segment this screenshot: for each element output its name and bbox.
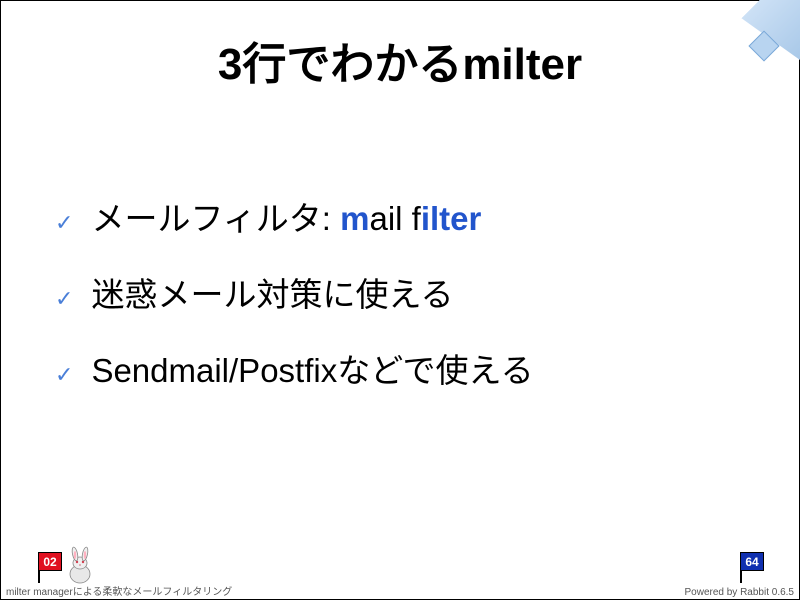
bullet-item-1: ✓ メールフィルタ: mail filter <box>55 192 745 240</box>
flag-pole <box>740 571 742 583</box>
total-pages-flag: 64 <box>740 552 768 582</box>
bullet-item-2: ✓ 迷惑メール対策に使える <box>55 268 745 316</box>
bullet-item-3: ✓ Sendmail/Postfixなどで使える <box>55 344 745 392</box>
footer-left-text: milter managerによる柔軟なメールフィルタリング <box>6 583 232 598</box>
current-page-number: 02 <box>38 552 62 571</box>
rabbit-mascot-icon <box>60 546 100 586</box>
slide-footer: 02 64 milter managerによる柔軟なメールフィルタリング Pow… <box>0 545 800 600</box>
total-pages-number: 64 <box>740 552 764 571</box>
footer-right-text: Powered by Rabbit 0.6.5 <box>684 587 794 598</box>
bullet-text: Sendmail/Postfixなどで使える <box>91 344 533 392</box>
checkmark-icon: ✓ <box>55 362 73 388</box>
bullet-text: 迷惑メール対策に使える <box>91 268 453 316</box>
checkmark-icon: ✓ <box>55 286 73 312</box>
bullet-text: メールフィルタ: mail filter <box>91 192 481 240</box>
highlight-m: m <box>340 200 369 237</box>
slide-content: ✓ メールフィルタ: mail filter ✓ 迷惑メール対策に使える ✓ S… <box>0 92 800 392</box>
checkmark-icon: ✓ <box>55 210 73 236</box>
highlight-ilter: ilter <box>421 200 482 237</box>
flag-pole <box>38 571 40 583</box>
corner-decoration <box>660 0 800 90</box>
corner-cube-icon <box>748 30 779 61</box>
